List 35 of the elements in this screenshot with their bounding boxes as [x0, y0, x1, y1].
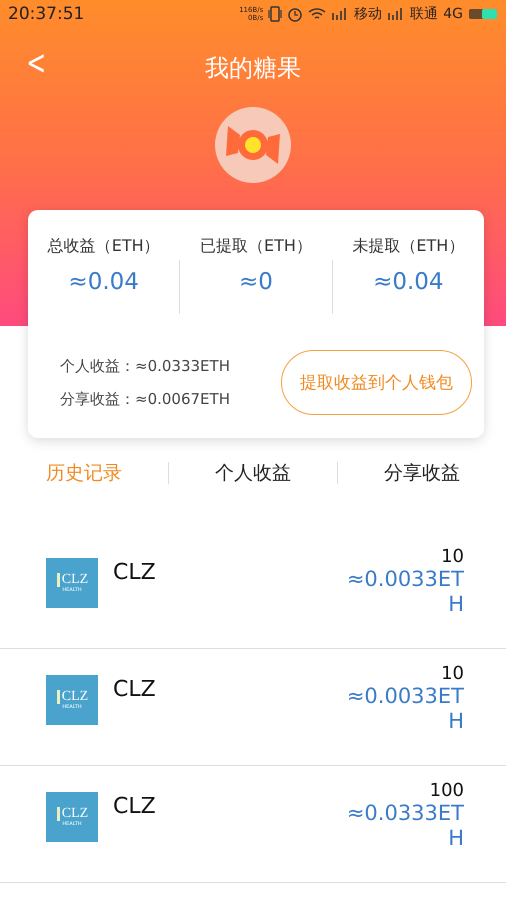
token-name: CLZ — [113, 560, 157, 585]
token-count: 100 — [430, 780, 464, 801]
token-count: 10 — [441, 546, 464, 567]
carrier-name: 移动 — [354, 5, 382, 23]
token-amount: ≈0.0333ETH — [346, 801, 464, 851]
logo-text: CLZ — [62, 572, 88, 586]
candy-icon — [214, 106, 292, 184]
logo-text: CLZ — [62, 690, 88, 704]
stripe-icon — [56, 572, 61, 586]
battery-icon — [468, 7, 498, 21]
alarm-icon — [287, 6, 304, 22]
stat-value: ≈0.04 — [68, 269, 139, 295]
stat-label: 总收益（ETH） — [48, 236, 160, 257]
earning-detail: 分享收益：≈0.0067ETH — [60, 390, 230, 408]
vibrate-icon — [268, 6, 282, 22]
tab[interactable]: 分享收益 — [338, 450, 506, 496]
token-name: CLZ — [113, 677, 157, 702]
token-amount: ≈0.0033ETH — [346, 684, 464, 734]
earning-detail: 个人收益：≈0.0333ETH — [60, 356, 230, 376]
stripe-icon — [56, 806, 61, 820]
status-time: 20:37:51 — [8, 4, 84, 24]
stripe-icon — [56, 690, 61, 704]
logo-text: CLZ — [62, 806, 88, 820]
stat-value: ≈0.04 — [373, 269, 444, 295]
token-count: 10 — [441, 663, 464, 684]
tab[interactable]: 个人收益 — [169, 450, 337, 496]
stat-label: 已提取（ETH） — [200, 236, 312, 257]
network-type: 4G — [443, 6, 463, 22]
carrier-name: 联通 — [410, 5, 438, 23]
token-name: CLZ — [113, 794, 157, 819]
token-amount: ≈0.0033ETH — [346, 567, 464, 617]
page-title: 我的糖果 — [205, 53, 301, 84]
stat-label: 未提取（ETH） — [352, 236, 464, 257]
stat-value: ≈0 — [239, 269, 273, 295]
wifi-icon — [308, 7, 326, 21]
